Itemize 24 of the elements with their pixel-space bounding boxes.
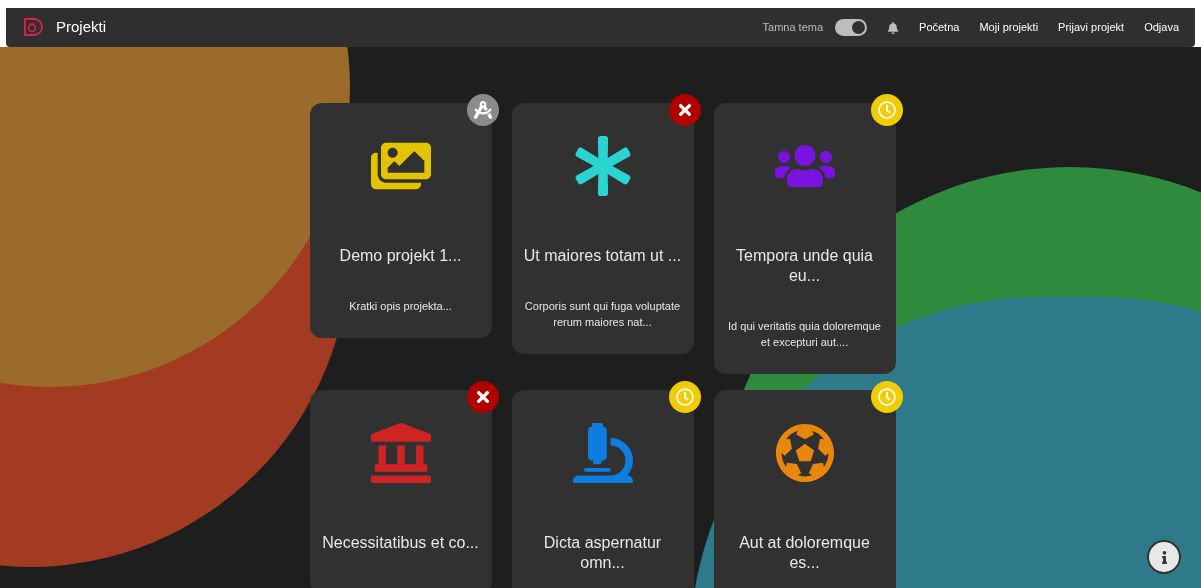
- project-title: Demo projekt 1...: [339, 246, 462, 266]
- project-description: Id qui veritatis quia doloremque et excepturi aut....: [727, 319, 882, 350]
- nav-link[interactable]: Prijavi projekt: [1058, 19, 1125, 36]
- logo-icon: [22, 16, 44, 39]
- project-card[interactable]: Demo projekt 1... Kratki opis projekta...: [309, 103, 492, 338]
- theme-toggle[interactable]: [835, 19, 868, 36]
- project-card[interactable]: Tempora unde quia eu... Id qui veritatis quia doloremque et excepturi aut....: [713, 103, 896, 374]
- project-description: Kratki opis projekta...: [349, 299, 452, 314]
- project-description: Corporis sunt qui fuga voluptate rerum maiores nat...: [523, 299, 682, 330]
- toggle-label: Tamna tema: [762, 20, 824, 36]
- project-title: Necessitatibus et co...: [322, 533, 479, 553]
- project-card[interactable]: Necessitatibus et co...: [309, 390, 492, 588]
- project-title: Aut at doloremque es...: [738, 533, 871, 573]
- app-title: Projekti: [56, 17, 107, 38]
- bell-icon[interactable]: [887, 21, 900, 34]
- nav-link[interactable]: Početna: [919, 19, 960, 36]
- project-card[interactable]: Aut at doloremque es...: [713, 390, 896, 588]
- project-title: Ut maiores totam ut ...: [523, 246, 682, 266]
- project-title: Dicta aspernatur omn...: [542, 533, 663, 573]
- nav-link[interactable]: Odjava: [1144, 19, 1179, 36]
- project-card[interactable]: Dicta aspernatur omn...: [511, 390, 694, 588]
- project-card[interactable]: Ut maiores totam ut ... Corporis sunt qui fuga voluptate rerum maiores nat...: [511, 103, 694, 354]
- project-title: Tempora unde quia eu...: [735, 246, 874, 286]
- nav-link[interactable]: Moji projekti: [979, 19, 1039, 36]
